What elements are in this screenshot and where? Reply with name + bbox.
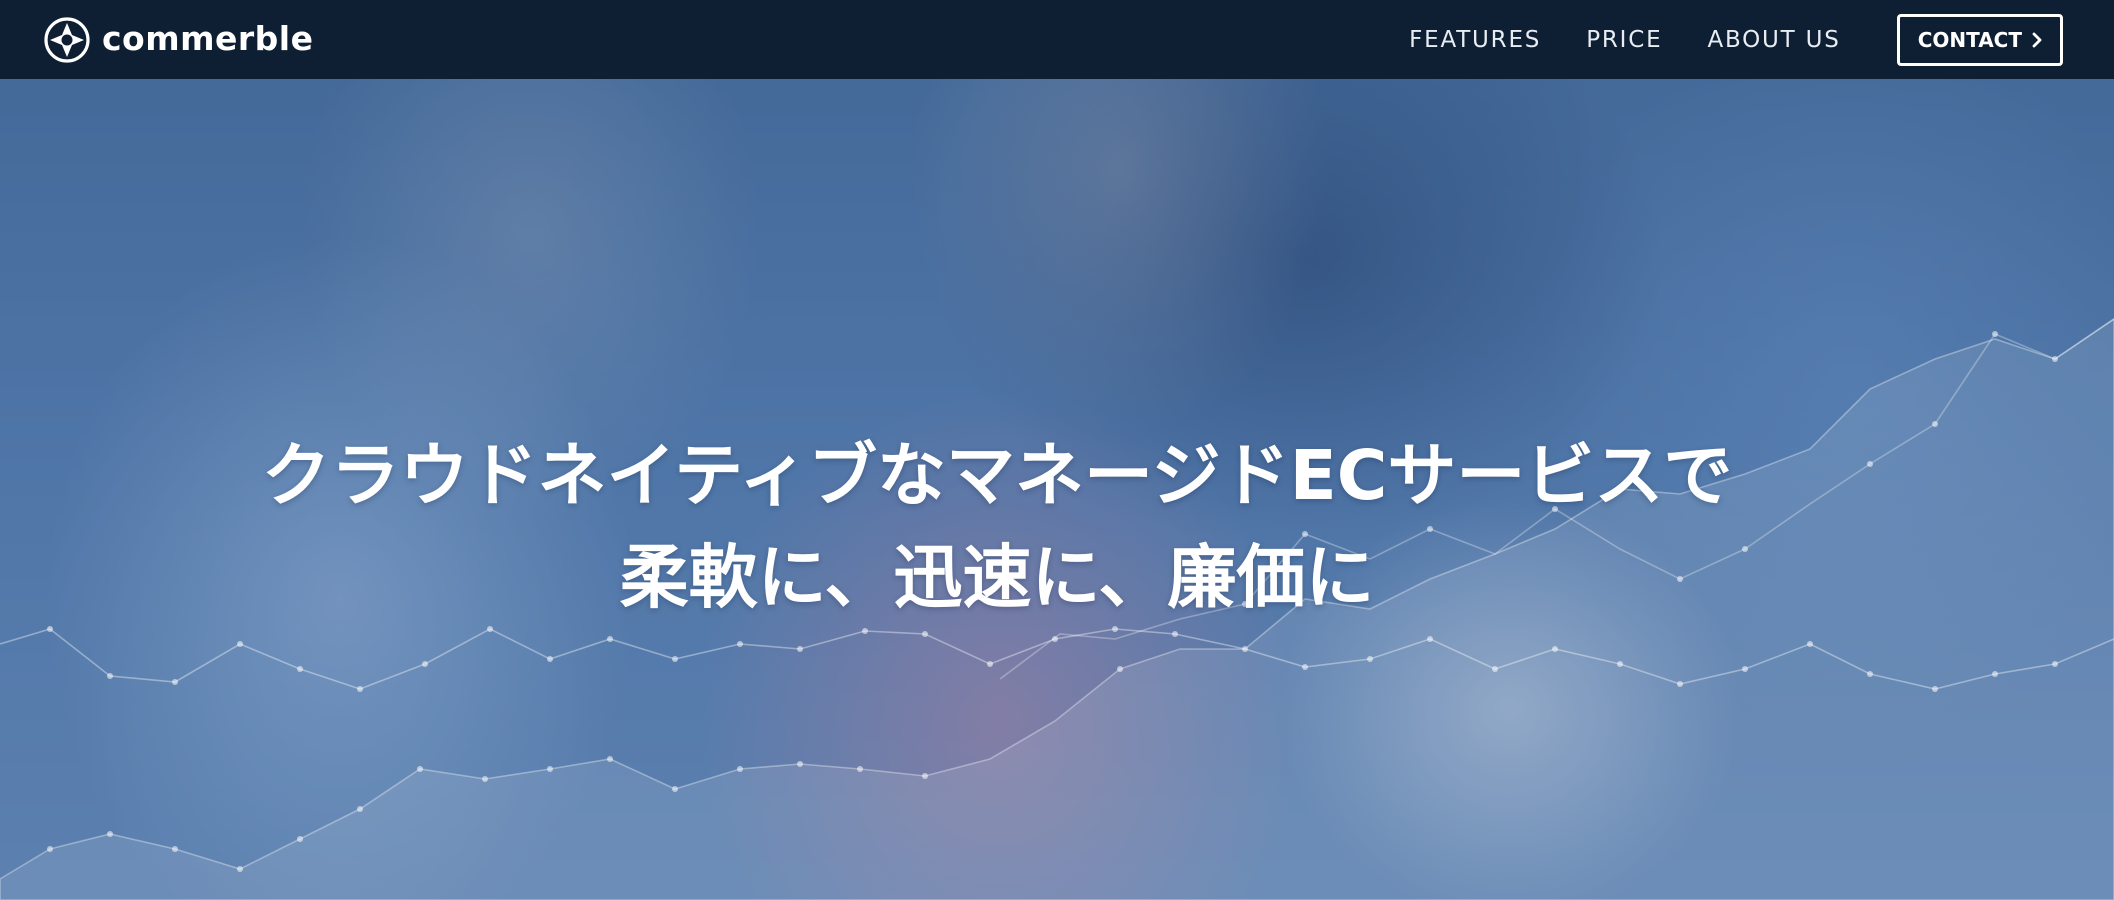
nav-item-about-us[interactable]: ABOUT US [1707, 27, 1840, 53]
hero-section: クラウドネイティブなマネージドECサービスで 柔軟に、迅速に、廉価に [0, 79, 2114, 900]
hero-headline-line-2: 柔軟に、迅速に、廉価に [619, 538, 1375, 619]
chevron-right-icon [2032, 32, 2042, 47]
nav-item-price[interactable]: PRICE [1586, 27, 1662, 53]
contact-button[interactable]: CONTACT [1896, 13, 2063, 66]
commerble-logo-icon [44, 16, 90, 63]
nav-item-features[interactable]: FEATURES [1409, 27, 1541, 53]
contact-button-label: CONTACT [1917, 27, 2022, 52]
hero-headline-line-1: クラウドネイティブなマネージドECサービスで [261, 436, 1733, 517]
logo-link[interactable]: commerble [44, 16, 314, 63]
top-navbar: commerble FEATURES PRICE ABOUT US CONTAC… [0, 0, 2114, 79]
hero-headline: クラウドネイティブなマネージドECサービスで 柔軟に、迅速に、廉価に [0, 425, 2054, 629]
page: commerble FEATURES PRICE ABOUT US CONTAC… [0, 0, 2114, 900]
main-nav: FEATURES PRICE ABOUT US [1409, 27, 1841, 53]
logo-text: commerble [102, 19, 314, 58]
